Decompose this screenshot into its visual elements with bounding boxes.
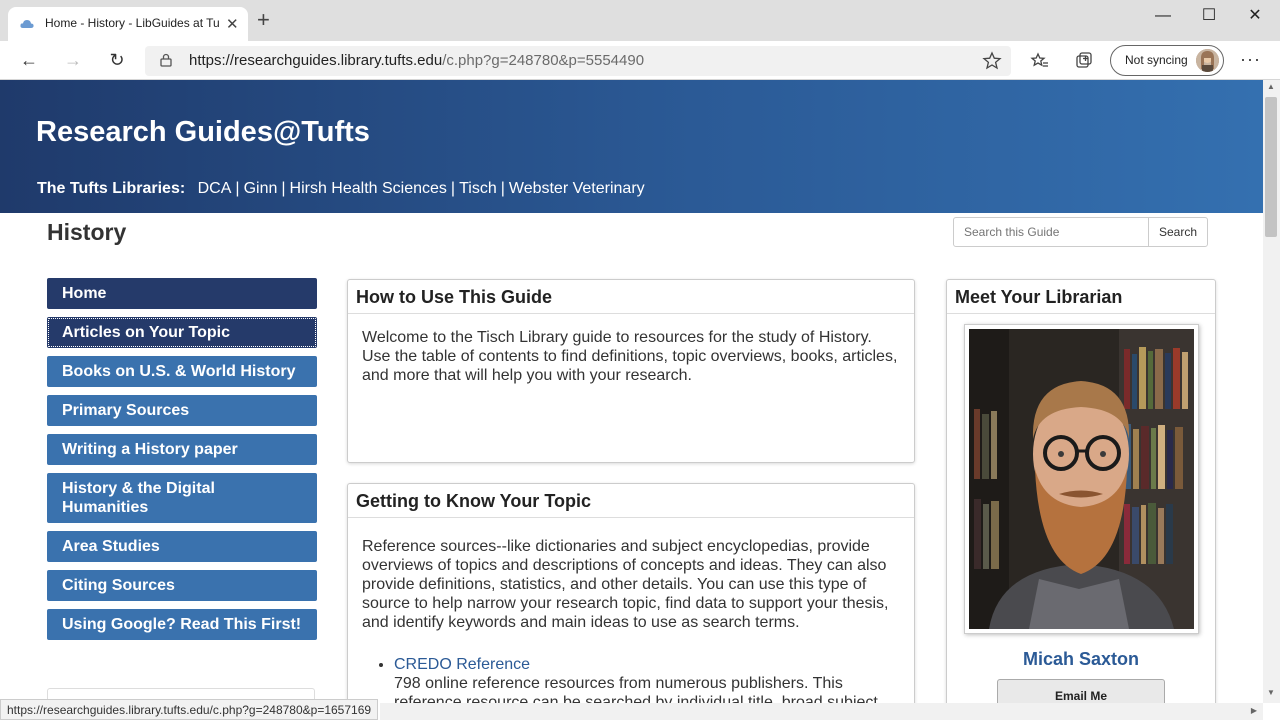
status-bar-url: https://researchguides.library.tufts.edu… [0,699,379,720]
library-link-tisch[interactable]: Tisch [459,180,497,197]
scroll-up-icon[interactable]: ▲ [1267,82,1275,91]
guide-title: History [47,219,127,245]
site-banner: Research Guides@Tufts The Tufts Librarie… [0,80,1263,213]
nav-item-books[interactable]: Books on U.S. & World History [47,356,317,387]
refresh-icon[interactable]: ↻ [104,49,130,73]
nav-item-area-studies[interactable]: Area Studies [47,531,317,562]
librarian-heading: Meet Your Librarian [947,280,1215,314]
browser-tab[interactable]: Home - History - LibGuides at Tu ✕ [8,7,248,41]
how-to-use-box: How to Use This Guide Welcome to the Tis… [347,279,915,463]
nav-item-articles[interactable]: Articles on Your Topic [47,317,317,348]
close-window-icon[interactable]: ✕ [1232,4,1278,34]
cloud-favicon-icon [20,20,34,28]
url-host: https://researchguides.library.tufts.edu [189,52,443,69]
scroll-thumb[interactable] [1265,97,1277,237]
library-link-ginn[interactable]: Ginn [244,180,278,197]
librarian-box: Meet Your Librarian Micah Saxton Email M… [946,279,1216,703]
guide-sidebar-nav: Home Articles on Your Topic Books on U.S… [47,278,317,648]
scroll-down-icon[interactable]: ▼ [1267,688,1275,697]
resource-description: 798 online reference resources from nume… [394,675,878,703]
nav-item-digital-humanities[interactable]: History & the Digital Humanities [47,473,317,523]
credo-reference-link[interactable]: CREDO Reference [394,656,530,673]
collections-icon[interactable] [1074,51,1094,71]
address-toolbar: ← → ↻ https://researchguides.library.tuf… [0,41,1280,80]
librarian-name[interactable]: Micah Saxton [947,649,1215,670]
nav-item-home[interactable]: Home [47,278,317,309]
resource-list: CREDO Reference 798 online reference res… [394,655,900,703]
libraries-nav: The Tufts Libraries: DCA | Ginn | Hirsh Heal… [37,180,645,197]
libraries-label: The Tufts Libraries: [37,180,186,197]
nav-item-primary-sources[interactable]: Primary Sources [47,395,317,426]
librarian-photo [964,324,1199,634]
new-tab-icon[interactable]: + [257,9,270,31]
list-item: CREDO Reference 798 online reference res… [394,655,900,703]
topic-heading: Getting to Know Your Topic [348,484,914,518]
more-options-icon[interactable]: ··· [1240,49,1261,70]
email-librarian-button[interactable]: Email Me [997,679,1165,703]
url-path: /c.php?g=248780&p=5554490 [442,52,645,69]
nav-item-citing-sources[interactable]: Citing Sources [47,570,317,601]
minimize-icon[interactable]: — [1140,4,1186,34]
profile-sync-button[interactable]: Not syncing [1110,45,1224,76]
tab-title: Home - History - LibGuides at Tu [45,16,220,30]
back-icon[interactable]: ← [16,49,42,73]
favorites-icon[interactable] [1030,51,1050,71]
nav-item-google[interactable]: Using Google? Read This First! [47,609,317,640]
topic-text: Reference sources--like dictionaries and… [362,538,889,631]
lock-icon[interactable] [159,53,173,67]
forward-icon[interactable]: → [60,49,86,73]
url-text[interactable]: https://researchguides.library.tufts.edu… [189,52,644,69]
library-link-webster[interactable]: Webster Veterinary [509,180,645,197]
library-link-dca[interactable]: DCA [198,180,232,197]
guide-search-input[interactable] [953,217,1149,247]
guide-search-button[interactable]: Search [1148,217,1208,247]
how-to-use-text: Welcome to the Tisch Library guide to re… [362,329,898,384]
topic-box: Getting to Know Your Topic Reference sou… [347,483,915,703]
browser-tab-bar: Home - History - LibGuides at Tu ✕ + — ☐… [0,0,1280,41]
how-to-use-heading: How to Use This Guide [348,280,914,314]
add-favorite-icon[interactable] [982,51,1002,71]
site-title[interactable]: Research Guides@Tufts [36,116,370,149]
close-tab-icon[interactable]: ✕ [226,15,239,33]
vertical-scrollbar[interactable]: ▲ ▼ [1263,80,1280,703]
horizontal-scrollbar[interactable]: ▶ [380,703,1263,720]
library-link-hirsh[interactable]: Hirsh Health Sciences [290,180,447,197]
profile-avatar [1196,49,1219,72]
scroll-right-icon[interactable]: ▶ [1251,706,1257,715]
sync-label: Not syncing [1125,53,1188,67]
nav-item-writing-paper[interactable]: Writing a History paper [47,434,317,465]
page-viewport: Research Guides@Tufts The Tufts Librarie… [0,80,1263,703]
maximize-icon[interactable]: ☐ [1186,4,1232,34]
address-bar[interactable]: https://researchguides.library.tufts.edu… [145,46,1011,76]
